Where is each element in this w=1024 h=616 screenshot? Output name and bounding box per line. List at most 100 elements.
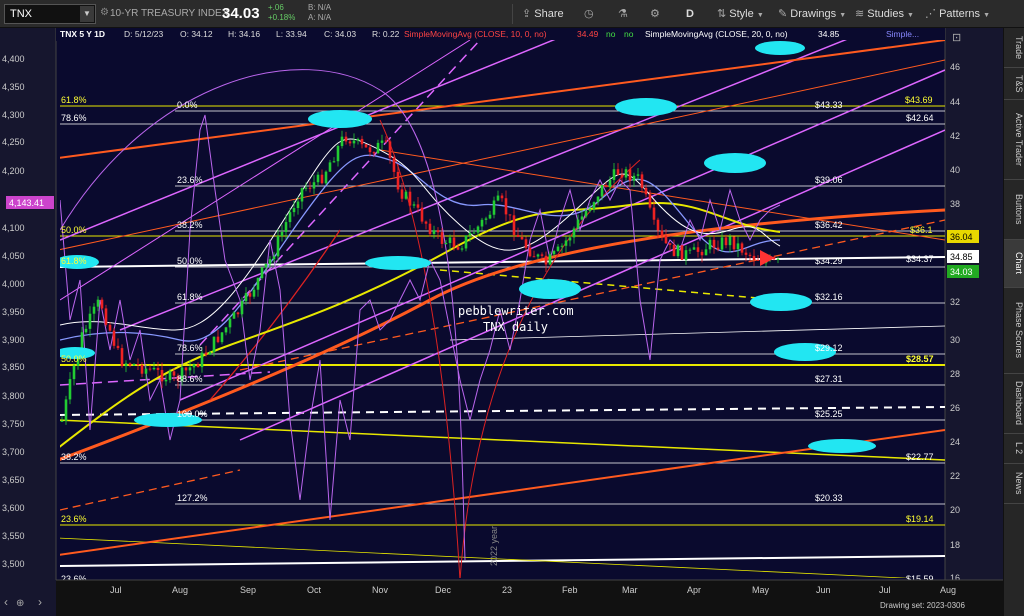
drawings-button[interactable]: ✎ Drawings ▼	[778, 4, 846, 24]
month-label: May	[752, 585, 770, 595]
axis-label: 3,700	[2, 447, 25, 457]
flask-icon[interactable]: ⚗	[618, 4, 628, 24]
candle-body	[708, 239, 712, 250]
time-axis-bg	[56, 580, 1003, 616]
candle-body	[652, 207, 656, 220]
candle-body	[440, 232, 444, 244]
share-button[interactable]: ⇪ Share	[522, 4, 564, 24]
candle-body	[428, 223, 432, 234]
candle-body	[532, 256, 536, 258]
candle-body	[344, 136, 348, 142]
candle-body	[596, 196, 600, 203]
candle-body	[700, 251, 704, 256]
candle-body	[296, 201, 300, 209]
fib-label-yellow: 61.8%	[61, 256, 87, 266]
tab-level2[interactable]: L 2	[1004, 434, 1024, 464]
candle-body	[416, 204, 420, 208]
candle-body	[280, 231, 284, 237]
tab-time-and-sales[interactable]: T&S	[1004, 68, 1024, 100]
candle-body	[112, 330, 116, 346]
candle-body	[588, 208, 592, 211]
candle-body	[128, 363, 132, 366]
scroll-left-icon[interactable]: ‹	[4, 595, 8, 609]
price-chart[interactable]: TNX 5 Y 1D D: 5/12/23 O: 34.12 H: 34.16 …	[0, 28, 1003, 616]
candle-body	[396, 171, 400, 190]
candle-body	[384, 140, 388, 142]
axis-label: 3,900	[2, 335, 25, 345]
chevron-down-icon: ▼	[839, 12, 847, 19]
candle-body	[592, 202, 596, 209]
axis-label: 3,600	[2, 503, 25, 513]
candle-body	[164, 379, 168, 382]
candle-body	[236, 312, 240, 315]
candle-body	[300, 188, 304, 202]
fib-label: 38.2%	[177, 220, 203, 230]
candle-body	[356, 138, 360, 141]
studies-button[interactable]: ≋ Studies ▼	[855, 4, 914, 24]
tab-trade[interactable]: Trade	[1004, 28, 1024, 68]
settings-icon[interactable]: ⚙	[100, 7, 109, 18]
candle-body	[484, 218, 488, 220]
zoom-icon[interactable]: ⊕	[16, 598, 24, 609]
candle-body	[676, 245, 680, 257]
candle-body	[308, 187, 312, 189]
sma10-value: 34.49	[577, 29, 599, 39]
sma20-value: 34.85	[818, 29, 840, 39]
history-icon[interactable]: ◷	[584, 4, 594, 24]
candle-body	[528, 247, 532, 257]
month-label: Nov	[372, 585, 389, 595]
period-selector[interactable]: D	[686, 4, 694, 24]
tab-news[interactable]: News	[1004, 464, 1024, 504]
candle-body	[712, 239, 716, 248]
fib-label: 78.6%	[177, 343, 203, 353]
candle-body	[208, 352, 212, 355]
fib-value: $36.42	[815, 220, 843, 230]
month-label: Mar	[622, 585, 638, 595]
fib-value: $42.64	[906, 113, 934, 123]
tab-dashboard[interactable]: Dashboard	[1004, 374, 1024, 434]
symbol-selector[interactable]: TNX ▼	[4, 4, 96, 24]
axis-label: 4,200	[2, 166, 25, 176]
candle-body	[124, 363, 128, 367]
chevron-down-icon[interactable]: ▼	[80, 6, 94, 22]
fib-label: 50.0%	[177, 256, 203, 266]
axis-label: 4,050	[2, 251, 25, 261]
candle-body	[412, 204, 416, 206]
drawing-set[interactable]: Drawing set: 2023-0306	[880, 601, 965, 610]
fib-value: $27.31	[815, 374, 843, 384]
candle-body	[696, 247, 700, 252]
sma20-label[interactable]: SimpleMovingAvg (CLOSE, 20, 0, no)	[645, 29, 788, 39]
axis-label: 42	[950, 131, 960, 141]
sma10-label[interactable]: SimpleMovingAvg (CLOSE, 10, 0, no)	[404, 29, 547, 39]
lock-icon[interactable]: ⊡	[952, 32, 961, 44]
candle-body	[616, 169, 620, 175]
fib-label: 88.6%	[177, 374, 203, 384]
tab-phase-scores[interactable]: Phase Scores	[1004, 288, 1024, 374]
fib-value-yellow: $36.1	[910, 225, 933, 235]
candle-body	[168, 371, 172, 380]
candle-body	[88, 313, 92, 329]
candle-body	[368, 147, 372, 153]
candle-body	[688, 249, 692, 251]
candle-body	[492, 200, 496, 215]
patterns-button[interactable]: ⋰ Patterns ▼	[925, 4, 990, 24]
candle-body	[436, 230, 440, 233]
more-studies[interactable]: Simple...	[886, 29, 919, 39]
candle-body	[160, 369, 164, 382]
candle-body	[568, 237, 572, 241]
month-label: Sep	[240, 585, 256, 595]
candle-body	[720, 237, 724, 250]
candle-body	[328, 162, 332, 172]
top-toolbar: TNX ▼ ⚙ 10-YR TREASURY INDEX 34.03 +.06 …	[0, 0, 1024, 28]
gear-icon[interactable]: ⚙	[650, 4, 660, 24]
scroll-right-icon[interactable]: ›	[38, 595, 42, 609]
tab-chart[interactable]: Chart	[1004, 240, 1024, 288]
pivot-ellipse	[519, 279, 581, 299]
candle-body	[380, 140, 384, 143]
tab-active-trader[interactable]: Active Trader	[1004, 100, 1024, 180]
candle-body	[608, 179, 612, 188]
tab-buttons[interactable]: Buttons	[1004, 180, 1024, 240]
style-button[interactable]: ⇅ Style ▼	[717, 4, 764, 24]
symbol-text: TNX	[10, 8, 32, 20]
candle-body	[744, 252, 748, 255]
